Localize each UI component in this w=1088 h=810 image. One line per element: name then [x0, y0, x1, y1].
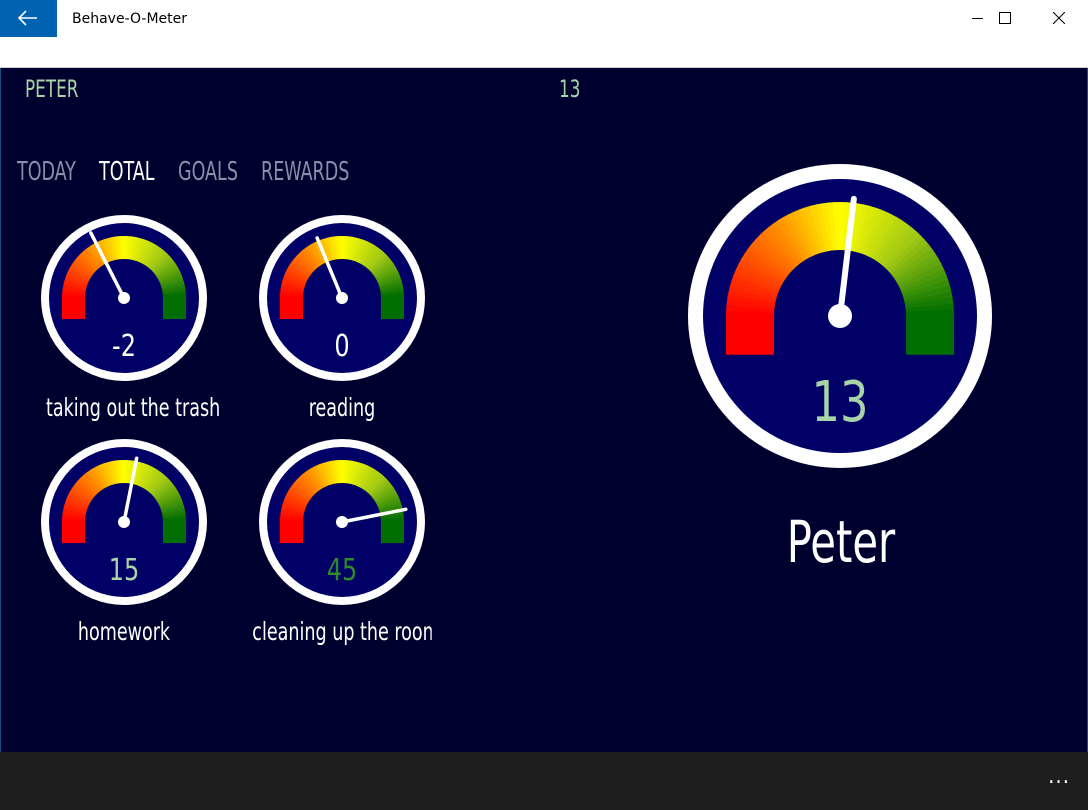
- app-content: PETER 13 TODAY TOTAL GOALS REWARDS -2 ta…: [0, 68, 1088, 752]
- gauge-arc-end: [280, 298, 303, 320]
- gauge-arc-end: [906, 316, 954, 355]
- gauge-total: 13: [688, 164, 992, 468]
- close-icon: [1053, 12, 1065, 24]
- gauge-value-reading: 0: [334, 329, 349, 363]
- maximize-icon: [999, 12, 1011, 24]
- command-bar: ...: [0, 752, 1088, 810]
- gauge-arc-end: [62, 522, 85, 544]
- child-name: Peter: [786, 508, 896, 576]
- total-score-value: 13: [811, 369, 868, 434]
- tab-goals[interactable]: GOALS: [178, 157, 238, 187]
- gauge-value-trash: -2: [112, 329, 136, 363]
- gauge-label-cleaning: cleaning up the room: [252, 617, 432, 646]
- maximize-button[interactable]: [978, 0, 1032, 37]
- gauge-label-trash: taking out the trash: [46, 393, 221, 422]
- back-arrow-icon: [18, 10, 37, 26]
- close-button[interactable]: [1032, 0, 1086, 37]
- more-options-button[interactable]: ...: [1048, 764, 1070, 789]
- gauge-cleaning[interactable]: 45: [258, 438, 426, 606]
- gauge-homework[interactable]: 15: [40, 438, 208, 606]
- gauge-trash[interactable]: -2: [40, 214, 208, 382]
- tab-rewards[interactable]: REWARDS: [261, 157, 349, 187]
- gauge-arc-end: [163, 522, 186, 544]
- gauge-arc-end: [62, 298, 85, 320]
- gauge-label-reading: reading: [308, 393, 376, 422]
- gauge-value-cleaning: 45: [327, 553, 358, 587]
- app-title: Behave-O-Meter: [72, 11, 188, 27]
- gauge-label-homework: homework: [77, 617, 171, 646]
- gauge-arc-end: [163, 298, 186, 320]
- score-header: 13: [559, 75, 581, 103]
- gauge-value-homework: 15: [109, 553, 140, 587]
- child-name-header: PETER: [25, 75, 79, 103]
- tab-total[interactable]: TOTAL: [99, 157, 154, 187]
- gauge-arc-end: [280, 522, 303, 544]
- gauge-reading[interactable]: 0: [258, 214, 426, 382]
- gauge-arc-end: [381, 298, 404, 320]
- tab-today[interactable]: TODAY: [17, 157, 76, 187]
- back-button[interactable]: [0, 0, 57, 37]
- gauge-arc-end: [381, 522, 404, 544]
- title-bar: Behave-O-Meter: [0, 0, 1088, 68]
- gauge-arc-end: [726, 316, 774, 355]
